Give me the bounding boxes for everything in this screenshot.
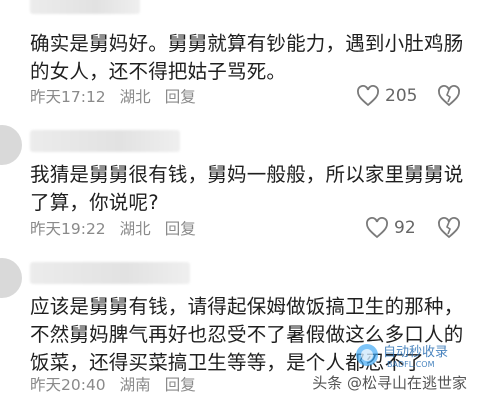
comment-location: 湖北 xyxy=(119,88,151,106)
watermark-logo: 自动秒收录 BADFL.COM xyxy=(356,344,448,369)
heart-icon xyxy=(366,217,388,239)
like-count: 205 xyxy=(385,86,418,106)
comment-location: 湖南 xyxy=(119,376,151,394)
username-blurred[interactable] xyxy=(30,0,140,14)
comment-time: 昨天17:12 xyxy=(30,88,106,106)
watermark-logo-text: 自动秒收录 xyxy=(383,345,448,360)
like-button[interactable]: 92 xyxy=(365,216,416,240)
watermark-logo-sub: BADFL.COM xyxy=(387,360,435,369)
comment-time: 昨天19:22 xyxy=(30,220,106,238)
username-blurred[interactable] xyxy=(30,130,180,152)
comment-time: 昨天20:40 xyxy=(30,376,106,394)
comment-text: 确实是舅妈好。舅舅就算有钞能力，遇到小肚鸡肠的女人，还不得把姑子骂死。 xyxy=(30,32,464,83)
username-blurred[interactable] xyxy=(30,262,190,284)
avatar[interactable] xyxy=(0,258,22,298)
like-count: 92 xyxy=(394,218,416,238)
reply-button[interactable]: 回复 xyxy=(165,373,196,395)
dislike-icon[interactable] xyxy=(437,216,461,240)
dislike-icon[interactable] xyxy=(437,84,461,108)
reply-button[interactable]: 回复 xyxy=(165,85,196,107)
comment-text: 我猜是舅舅很有钱，舅妈一般般，所以家里舅舅说了算，你说呢? xyxy=(30,163,464,214)
avatar[interactable] xyxy=(0,125,22,165)
heart-icon xyxy=(357,85,379,107)
watermark-source: 头条 @松寻山在逃世家 xyxy=(312,374,467,392)
comment-location: 湖北 xyxy=(119,220,151,238)
like-button[interactable]: 205 xyxy=(356,84,417,108)
reply-button[interactable]: 回复 xyxy=(165,217,196,239)
